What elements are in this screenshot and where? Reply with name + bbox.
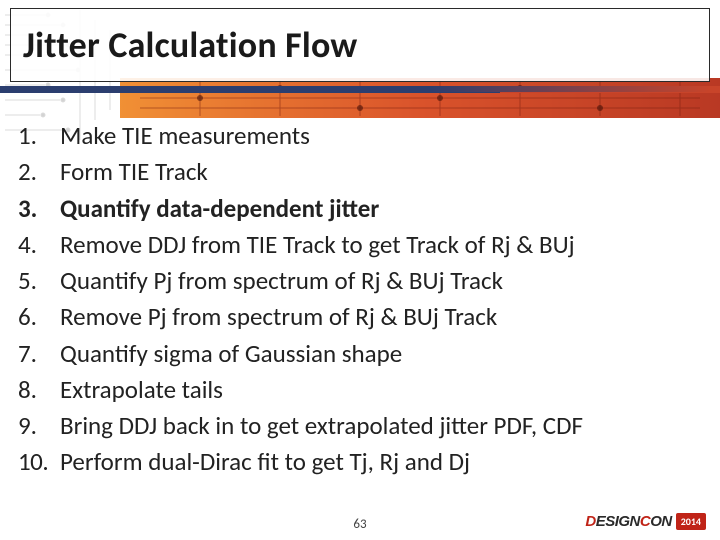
list-number: 7.	[18, 336, 60, 372]
slide-title: Jitter Calculation Flow	[23, 23, 357, 67]
list-number: 1.	[18, 118, 60, 154]
list-number: 2.	[18, 154, 60, 190]
numbered-list: 1. Make TIE measurements 2. Form TIE Tra…	[18, 118, 706, 481]
list-item: 6. Remove Pj from spectrum of Rj & BUj T…	[18, 299, 706, 335]
list-text: Remove DDJ from TIE Track to get Track o…	[60, 227, 706, 263]
list-item: 2. Form TIE Track	[18, 154, 706, 190]
list-number: 5.	[18, 263, 60, 299]
list-number: 6.	[18, 299, 60, 335]
designcon-logo: DESIGNCON 2014	[585, 513, 706, 530]
list-item: 5. Quantify Pj from spectrum of Rj & BUj…	[18, 263, 706, 299]
title-divider	[10, 86, 710, 92]
list-text: Quantify sigma of Gaussian shape	[60, 336, 706, 372]
list-number: 10.	[18, 444, 60, 480]
list-text: Bring DDJ back in to get extrapolated ji…	[60, 408, 706, 444]
list-item: 1. Make TIE measurements	[18, 118, 706, 154]
logo-year-badge: 2014	[676, 513, 706, 530]
list-number: 8.	[18, 372, 60, 408]
list-number: 4.	[18, 227, 60, 263]
list-text: Quantify data-dependent jitter	[60, 191, 706, 227]
list-number: 9.	[18, 408, 60, 444]
list-text: Remove Pj from spectrum of Rj & BUj Trac…	[60, 299, 706, 335]
list-item: 8. Extrapolate tails	[18, 372, 706, 408]
list-item: 4. Remove DDJ from TIE Track to get Trac…	[18, 227, 706, 263]
list-item: 10. Perform dual-Dirac fit to get Tj, Rj…	[18, 444, 706, 480]
logo-text: DESIGNCON	[585, 513, 671, 530]
list-text: Quantify Pj from spectrum of Rj & BUj Tr…	[60, 263, 706, 299]
list-text: Make TIE measurements	[60, 118, 706, 154]
list-item: 3. Quantify data-dependent jitter	[18, 191, 706, 227]
list-text: Form TIE Track	[60, 154, 706, 190]
list-number: 3.	[18, 191, 60, 227]
title-box: Jitter Calculation Flow	[10, 8, 710, 82]
list-text: Extrapolate tails	[60, 372, 706, 408]
list-item: 9. Bring DDJ back in to get extrapolated…	[18, 408, 706, 444]
list-text: Perform dual-Dirac fit to get Tj, Rj and…	[60, 444, 706, 480]
list-item: 7. Quantify sigma of Gaussian shape	[18, 336, 706, 372]
